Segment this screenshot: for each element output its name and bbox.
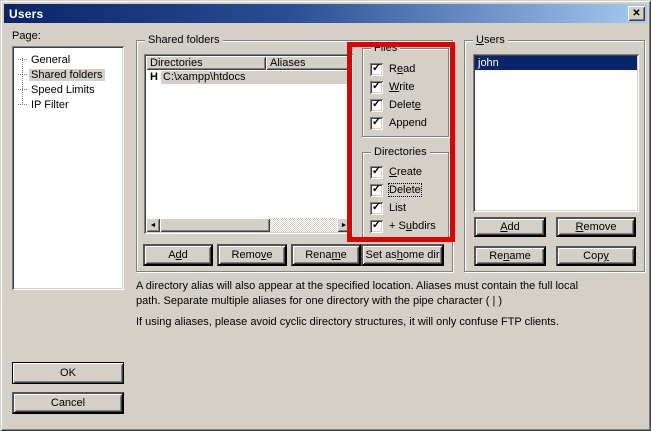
notes-line-1: A directory alias will also appear at th… xyxy=(136,280,578,292)
horizontal-scrollbar[interactable]: ◄ ► xyxy=(146,218,351,232)
title-bar[interactable]: Users ✕ xyxy=(4,4,647,23)
page-label: Page: xyxy=(12,30,41,42)
page-item-general[interactable]: General xyxy=(18,52,120,67)
scroll-left-icon: ◄ xyxy=(150,222,157,229)
users-group: Users john xyxy=(464,40,645,272)
add-user-button[interactable]: Add xyxy=(474,217,546,237)
page-item-label-selected: Shared folders xyxy=(29,69,105,81)
ok-button[interactable]: OK xyxy=(12,362,124,384)
copy-user-button[interactable]: Copy xyxy=(556,246,636,266)
user-row-john[interactable]: john xyxy=(475,56,637,70)
window-title: Users xyxy=(9,7,43,21)
page-list[interactable]: General Shared folders Speed Limits IP F… xyxy=(12,46,124,290)
folder-path: C:\xampp\htdocs xyxy=(161,71,351,84)
notes-line-2: path. Separate multiple aliases for one … xyxy=(136,295,502,307)
page-item-ip-filter[interactable]: IP Filter xyxy=(18,97,120,112)
users-list[interactable]: john xyxy=(473,54,639,212)
shared-folders-legend: Shared folders xyxy=(145,34,223,46)
page-item-speed-limits[interactable]: Speed Limits xyxy=(18,82,120,97)
aliases-column-header[interactable]: Aliases xyxy=(266,56,351,70)
close-icon: ✕ xyxy=(632,9,640,19)
scroll-thumb[interactable] xyxy=(160,218,270,232)
scroll-left-button[interactable]: ◄ xyxy=(146,218,160,232)
add-folder-button[interactable]: Add xyxy=(143,244,213,266)
remove-user-button[interactable]: Remove xyxy=(556,217,636,237)
page-item-label: General xyxy=(29,54,72,66)
rename-folder-button[interactable]: Rename xyxy=(291,244,361,266)
cancel-button[interactable]: Cancel xyxy=(12,392,124,414)
rename-user-button[interactable]: Rename xyxy=(474,246,546,266)
page-item-label: IP Filter xyxy=(29,99,71,111)
users-dialog: Users ✕ Page: General Shared folders Spe… xyxy=(0,0,651,431)
folder-row[interactable]: H C:\xampp\htdocs xyxy=(146,70,351,84)
scroll-track[interactable] xyxy=(270,218,337,232)
users-legend: Users xyxy=(473,34,508,46)
set-home-dir-button[interactable]: Set as home dir xyxy=(361,244,444,266)
page-item-shared-folders[interactable]: Shared folders xyxy=(18,67,120,82)
listview-header: Directories Aliases xyxy=(146,56,351,70)
page-item-label: Speed Limits xyxy=(29,84,97,96)
close-button[interactable]: ✕ xyxy=(628,6,645,21)
directories-column-header[interactable]: Directories xyxy=(146,56,266,70)
annotation-rectangle xyxy=(347,42,455,242)
home-flag: H xyxy=(146,71,161,83)
notes-line-3: If using aliases, please avoid cyclic di… xyxy=(136,316,559,328)
shared-folders-listview[interactable]: Directories Aliases H C:\xampp\htdocs ◄ … xyxy=(144,54,353,234)
remove-folder-button[interactable]: Remove xyxy=(217,244,287,266)
